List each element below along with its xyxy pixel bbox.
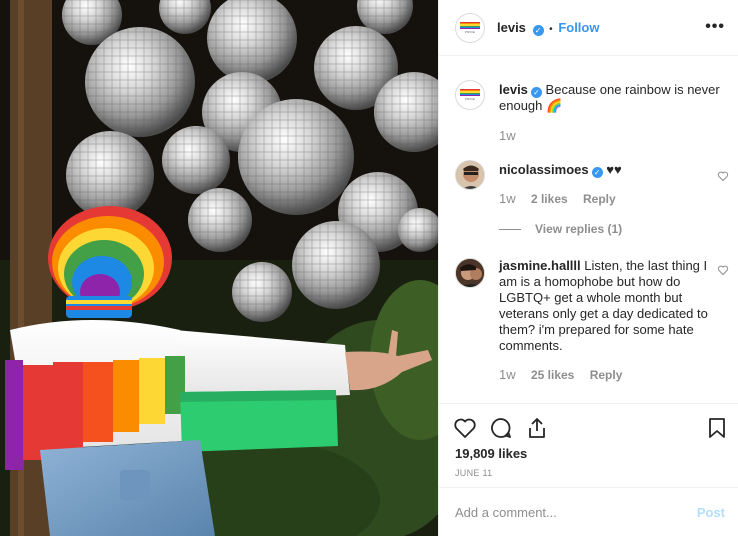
post-sidebar: PRIDE levis ✓ • Follow ••• PRIDE levis ✓ …	[438, 0, 738, 536]
comment-bubble-icon[interactable]	[489, 416, 513, 440]
caption-text-line: levis ✓ Because one rainbow is never enou…	[499, 82, 723, 114]
caption-username[interactable]: levis	[499, 82, 528, 97]
comment-text-line: nicolassimoes ✓ ♥♥	[499, 162, 723, 178]
comment-input[interactable]	[455, 502, 675, 522]
comment-username[interactable]: nicolassimoes	[499, 162, 589, 177]
comment-text: ♥♥	[606, 162, 622, 177]
post-comment-button[interactable]: Post	[697, 505, 725, 520]
replies-divider	[499, 229, 521, 231]
rainbow-logo-icon	[460, 89, 480, 97]
caption-time[interactable]: 1w	[499, 128, 516, 143]
caption-avatar[interactable]: PRIDE	[455, 80, 485, 110]
avatar[interactable]: PRIDE	[455, 13, 485, 43]
comment-time[interactable]: 1w	[499, 191, 516, 206]
add-comment-bar: Post	[439, 487, 738, 536]
reply-button[interactable]: Reply	[583, 192, 616, 206]
verified-badge-icon: ✓	[532, 25, 544, 36]
view-replies-label: View replies (1)	[535, 222, 623, 236]
caption: PRIDE levis ✓ Because one rainbow is neve…	[439, 70, 738, 150]
follow-button[interactable]: Follow	[558, 20, 599, 35]
post-header: PRIDE levis ✓ • Follow •••	[439, 0, 738, 56]
person-avatar-icon	[456, 161, 484, 189]
comment-username[interactable]: jasmine.hallll	[499, 258, 581, 273]
rainbow-logo-icon	[460, 22, 480, 30]
bookmark-icon[interactable]	[705, 416, 729, 440]
post-photo[interactable]	[0, 0, 438, 536]
post-actions: 19,809 likes JUNE 11	[439, 403, 738, 487]
commenter-avatar[interactable]	[455, 160, 485, 190]
comment-item: jasmine.hallll Listen, the last thing I …	[439, 248, 738, 398]
share-icon[interactable]	[525, 416, 549, 440]
post-photo-illustration	[0, 0, 438, 536]
comment-meta: 1w 25 likes Reply	[499, 367, 622, 382]
comment-like-heart-icon[interactable]	[717, 170, 729, 182]
verified-badge-icon: ✓	[530, 87, 542, 98]
avatar-text: PRIDE	[464, 30, 476, 34]
heart-icon[interactable]	[453, 416, 477, 440]
caption-text: Because one rainbow is never enough 🌈	[499, 82, 720, 113]
avatar-text: PRIDE	[464, 97, 476, 101]
more-options-icon[interactable]: •••	[705, 18, 725, 36]
person-avatar-icon	[456, 259, 484, 287]
header-user-line: levis ✓ • Follow	[497, 20, 599, 36]
comment-likes[interactable]: 2 likes	[531, 192, 568, 206]
comment-like-heart-icon[interactable]	[717, 264, 729, 276]
likes-count[interactable]: 19,809 likes	[455, 446, 527, 461]
username-link[interactable]: levis	[497, 20, 526, 35]
separator-dot: •	[549, 24, 553, 35]
comment-meta: 1w 2 likes Reply	[499, 191, 616, 206]
comment-text-line: jasmine.hallll Listen, the last thing I …	[499, 258, 723, 354]
reply-button[interactable]: Reply	[590, 368, 623, 382]
commenter-avatar[interactable]	[455, 258, 485, 288]
comment-time[interactable]: 1w	[499, 367, 516, 382]
verified-badge-icon: ✓	[591, 167, 603, 178]
view-replies-button[interactable]: View replies (1)	[499, 222, 622, 236]
post-date[interactable]: JUNE 11	[455, 468, 492, 478]
comment-likes[interactable]: 25 likes	[531, 368, 574, 382]
